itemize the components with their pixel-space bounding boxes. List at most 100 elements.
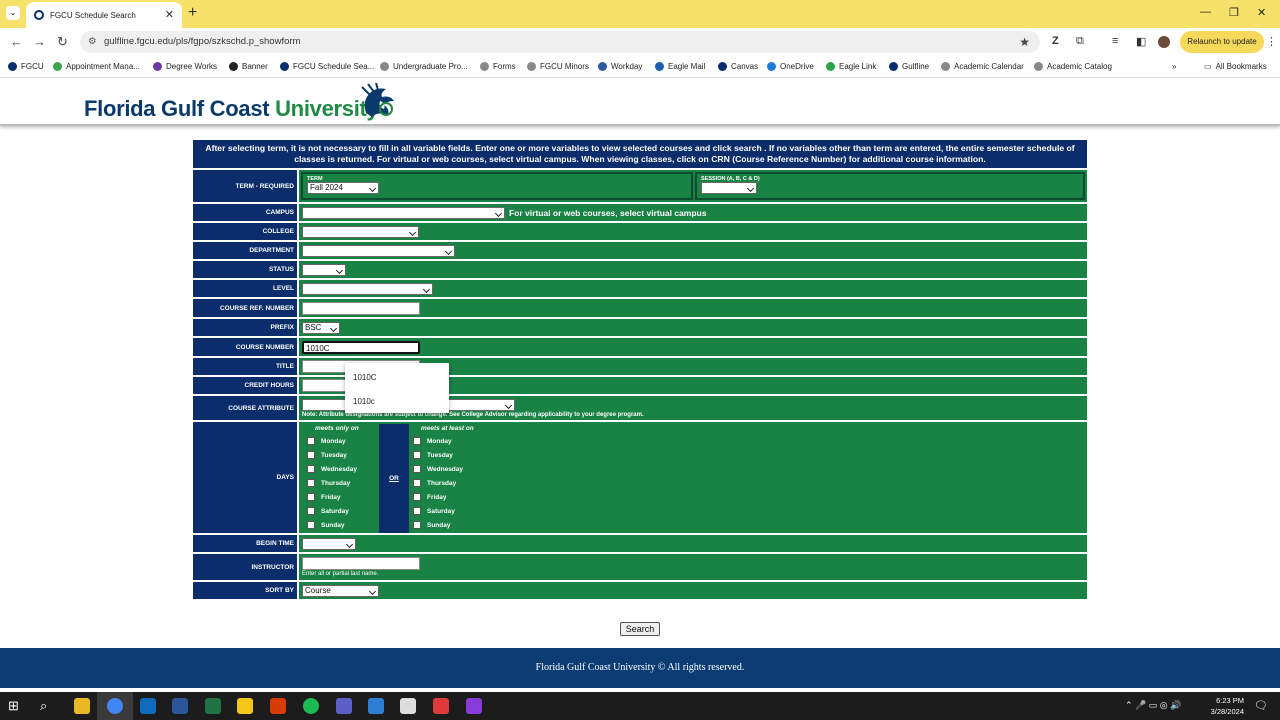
- department-label: DEPARTMENT: [193, 242, 297, 259]
- session-select[interactable]: [701, 182, 757, 194]
- schedule-search-form: After selecting term, it is not necessar…: [193, 140, 1087, 599]
- close-tab-icon[interactable]: ✕: [165, 8, 174, 21]
- sticky-notes-icon[interactable]: [237, 698, 253, 714]
- bookmark-item[interactable]: Academic Calendar: [941, 62, 1024, 71]
- least-sunday-checkbox[interactable]: Sunday: [413, 518, 529, 532]
- bookmark-item[interactable]: Workday: [598, 62, 642, 71]
- extensions-icon[interactable]: ⧉: [1076, 35, 1084, 48]
- restore-button[interactable]: ❐: [1229, 6, 1239, 19]
- bookmark-star-icon[interactable]: ★: [1019, 31, 1030, 53]
- bookmark-item[interactable]: Forms: [480, 62, 516, 71]
- least-saturday-checkbox[interactable]: Saturday: [413, 504, 529, 518]
- url-text: gulfline.fgcu.edu/pls/fgpo/szkschd.p_sho…: [104, 36, 301, 47]
- all-bookmarks-button[interactable]: ▭ All Bookmarks: [1204, 62, 1267, 71]
- bookmark-item[interactable]: FGCU Minors: [527, 62, 589, 71]
- least-tuesday-checkbox[interactable]: Tuesday: [413, 448, 529, 462]
- bookmark-icon: [1034, 62, 1043, 71]
- chrome-icon[interactable]: [107, 698, 123, 714]
- store-icon[interactable]: [400, 698, 416, 714]
- bookmark-item[interactable]: Academic Catalog: [1034, 62, 1112, 71]
- autocomplete-option[interactable]: 1010c: [353, 397, 375, 406]
- bookmark-item[interactable]: FGCU: [8, 62, 44, 71]
- least-monday-checkbox[interactable]: Monday: [413, 434, 529, 448]
- bookmark-item[interactable]: Gulfline: [889, 62, 929, 71]
- college-select[interactable]: [302, 225, 419, 238]
- photos-icon[interactable]: [368, 698, 384, 714]
- word-icon[interactable]: [172, 698, 188, 714]
- close-window-button[interactable]: ✕: [1257, 6, 1266, 19]
- sort-by-select[interactable]: Course: [302, 584, 379, 597]
- relaunch-button[interactable]: Relaunch to update: [1180, 31, 1264, 53]
- bookmark-icon: [718, 62, 727, 71]
- bookmark-item[interactable]: Banner: [229, 62, 268, 71]
- back-icon[interactable]: ←: [10, 34, 23, 49]
- excel-icon[interactable]: [205, 698, 221, 714]
- only-tuesday-checkbox[interactable]: Tuesday: [307, 448, 379, 462]
- spotify-icon[interactable]: [303, 698, 319, 714]
- only-saturday-checkbox[interactable]: Saturday: [307, 504, 379, 518]
- media-controls-icon[interactable]: ≡: [1112, 35, 1118, 47]
- prefix-label: PREFIX: [193, 319, 297, 336]
- crn-label: COURSE REF. NUMBER: [193, 299, 297, 317]
- tab-search-button[interactable]: ⌄: [6, 6, 20, 20]
- course-number-label: COURSE NUMBER: [193, 338, 297, 356]
- department-select[interactable]: [302, 244, 455, 257]
- outlook-icon[interactable]: [140, 698, 156, 714]
- bookmarks-bar: FGCU Appointment Mana... Degree Works Ba…: [0, 56, 1280, 78]
- minimize-button[interactable]: —: [1200, 6, 1211, 18]
- bookmark-icon: [8, 62, 17, 71]
- bookmark-item[interactable]: Degree Works: [153, 62, 217, 71]
- prefix-select[interactable]: BSC: [302, 321, 340, 334]
- teams-icon[interactable]: [336, 698, 352, 714]
- powerpoint-icon[interactable]: [270, 698, 286, 714]
- begin-time-select[interactable]: [302, 537, 356, 550]
- file-explorer-icon[interactable]: [74, 698, 90, 714]
- tray-icons[interactable]: ⌃ 🎤 ▭ ◎ 🔊: [1125, 700, 1181, 711]
- course-number-input[interactable]: 1010C: [302, 340, 420, 354]
- only-friday-checkbox[interactable]: Friday: [307, 490, 379, 504]
- search-icon[interactable]: ⌕: [40, 698, 56, 714]
- instructor-input[interactable]: [302, 557, 420, 570]
- side-panel-icon[interactable]: ◧: [1136, 35, 1146, 48]
- bookmark-item[interactable]: Undergraduate Pro...: [380, 62, 468, 71]
- bookmark-icon: [826, 62, 835, 71]
- more-bookmarks-icon[interactable]: »: [1172, 62, 1176, 71]
- bookmark-item[interactable]: Appointment Mana...: [53, 62, 140, 71]
- campus-select[interactable]: [302, 206, 505, 219]
- level-select[interactable]: [302, 282, 433, 295]
- new-tab-button[interactable]: +: [188, 4, 197, 22]
- search-button[interactable]: Search: [620, 622, 660, 636]
- notifications-icon[interactable]: 🗨: [1254, 699, 1268, 712]
- term-select[interactable]: Fall 2024: [307, 182, 379, 194]
- least-thursday-checkbox[interactable]: Thursday: [413, 476, 529, 490]
- only-monday-checkbox[interactable]: Monday: [307, 434, 379, 448]
- site-info-icon[interactable]: ⚙: [88, 31, 97, 53]
- only-wednesday-checkbox[interactable]: Wednesday: [307, 462, 379, 476]
- least-wednesday-checkbox[interactable]: Wednesday: [413, 462, 529, 476]
- bookmark-item[interactable]: Eagle Mail: [655, 62, 705, 71]
- bookmark-item[interactable]: Eagle Link: [826, 62, 876, 71]
- least-friday-checkbox[interactable]: Friday: [413, 490, 529, 504]
- bookmark-item[interactable]: OneDrive: [767, 62, 814, 71]
- forward-icon[interactable]: →: [33, 34, 46, 49]
- clipchamp-icon[interactable]: [466, 698, 482, 714]
- profile-avatar[interactable]: [1158, 36, 1170, 48]
- menu-icon[interactable]: ⋮: [1266, 35, 1277, 48]
- bookmark-item[interactable]: Canvas: [718, 62, 758, 71]
- autocomplete-option[interactable]: 1010C: [353, 373, 377, 382]
- only-sunday-checkbox[interactable]: Sunday: [307, 518, 379, 532]
- intro-text: After selecting term, it is not necessar…: [193, 140, 1087, 168]
- address-bar[interactable]: ⚙ gulfline.fgcu.edu/pls/fgpo/szkschd.p_s…: [80, 31, 1040, 53]
- zotero-extension-icon[interactable]: Z: [1052, 35, 1059, 47]
- clock[interactable]: 6:23 PM 3/28/2024: [1196, 696, 1244, 716]
- active-tab[interactable]: FGCU Schedule Search ✕: [26, 2, 182, 28]
- only-thursday-checkbox[interactable]: Thursday: [307, 476, 379, 490]
- reload-icon[interactable]: ↻: [57, 34, 68, 50]
- university-logo[interactable]: Florida Gulf Coast University: [84, 96, 379, 122]
- status-select[interactable]: [302, 263, 346, 276]
- status-label: STATUS: [193, 261, 297, 278]
- camera-icon[interactable]: [433, 698, 449, 714]
- windows-start-icon[interactable]: ⊞: [8, 698, 24, 714]
- bookmark-item[interactable]: FGCU Schedule Sea...: [280, 62, 374, 71]
- crn-input[interactable]: [302, 301, 420, 315]
